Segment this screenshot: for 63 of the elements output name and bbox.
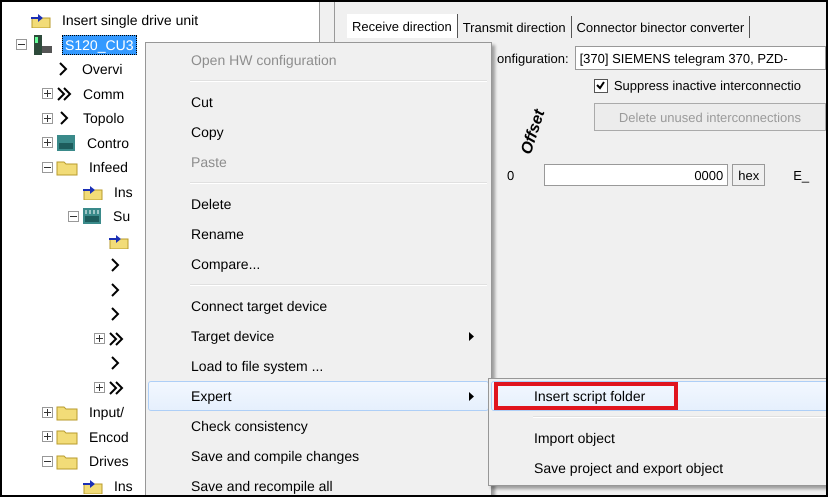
menu-item[interactable]: Save and compile changes [148, 441, 489, 471]
menu-item[interactable]: Compare... [148, 249, 489, 279]
tree-item[interactable]: Insert single drive unit [59, 10, 202, 30]
tree-item[interactable]: Encod [86, 426, 132, 447]
table-cell-text: E_ [792, 168, 810, 182]
value-field[interactable]: 0000 [544, 164, 728, 186]
folder-arrow-icon [29, 12, 51, 28]
menu-item[interactable]: Save project and export object [491, 453, 826, 483]
folder-icon [56, 428, 78, 446]
double-chevron-icon [108, 330, 124, 347]
folder-icon [56, 452, 78, 470]
tree-item[interactable]: Overvi [79, 59, 126, 80]
tree-item[interactable]: Input/ [86, 402, 128, 422]
folder-icon [56, 404, 78, 421]
menu-item[interactable]: Delete [148, 189, 489, 219]
collapse-icon[interactable] [42, 456, 53, 467]
tree-item[interactable]: Comm [80, 84, 128, 104]
configuration-field[interactable]: [370] SIEMENS telegram 370, PZD- [574, 46, 826, 70]
checkbox[interactable] [594, 78, 608, 92]
checkbox-label: Suppress inactive interconnectio [614, 78, 802, 93]
collapse-icon[interactable] [16, 39, 27, 50]
folder-arrow-icon [107, 232, 129, 249]
module-icon [82, 207, 102, 226]
tree-item[interactable]: Contro [84, 132, 132, 153]
tree-item[interactable]: Drives [86, 451, 132, 472]
table-cell-text: 0 [506, 168, 516, 182]
menu-item[interactable]: Cut [148, 87, 489, 117]
expand-icon[interactable] [94, 333, 105, 344]
submenu-arrow-icon [469, 392, 474, 400]
expand-icon[interactable] [42, 406, 53, 418]
unit-button[interactable]: hex [732, 164, 766, 186]
submenu-arrow-icon [469, 332, 474, 340]
tree-item[interactable]: Ins [111, 182, 136, 202]
expand-icon[interactable] [42, 88, 53, 100]
menu-item[interactable]: Save and recompile all [148, 471, 489, 495]
control-unit-icon [56, 134, 76, 152]
menu-item[interactable]: Load to file system ... [148, 351, 489, 381]
expand-icon[interactable] [42, 137, 53, 148]
menu-item[interactable]: Check consistency [148, 411, 489, 441]
column-header: Offset [518, 106, 550, 157]
folder-arrow-icon [81, 184, 103, 200]
menu-item[interactable]: Import object [491, 423, 826, 453]
menu-item[interactable]: Expert [148, 381, 489, 411]
folder-icon [56, 158, 78, 176]
menu-item[interactable]: Insert script folder [491, 381, 826, 411]
expand-icon[interactable] [94, 382, 105, 394]
tree-item[interactable]: Ins [111, 476, 136, 495]
tree-item[interactable]: Su [110, 206, 134, 226]
menu-item[interactable]: Target device [148, 321, 489, 351]
double-chevron-icon [56, 86, 72, 102]
folder-arrow-icon [81, 478, 103, 494]
configuration-label: onfiguration: [497, 50, 569, 66]
menu-item[interactable]: Connect target device [148, 291, 489, 321]
menu-item[interactable]: Rename [148, 219, 489, 249]
collapse-icon[interactable] [42, 162, 53, 173]
tree-item[interactable]: Infeed [86, 157, 131, 178]
collapse-icon[interactable] [68, 210, 79, 222]
menu-item[interactable]: Copy [148, 117, 489, 147]
expand-icon[interactable] [42, 112, 53, 124]
tree-item[interactable]: Topolo [80, 108, 128, 128]
tab[interactable]: Receive direction [347, 14, 458, 38]
expand-icon[interactable] [42, 431, 53, 442]
double-chevron-icon [108, 380, 124, 396]
